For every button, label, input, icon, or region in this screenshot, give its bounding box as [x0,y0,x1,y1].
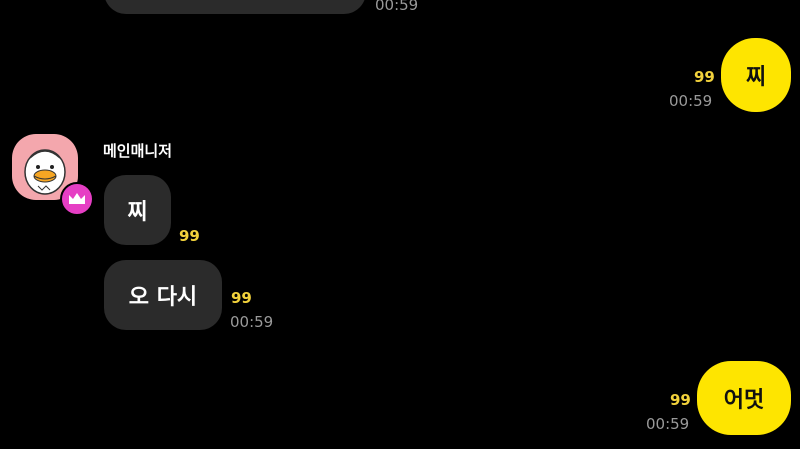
message-text: 찌 [745,65,767,90]
message-timestamp: 00:59 [230,313,274,331]
crown-badge [60,182,94,216]
message-bubble-partial[interactable] [104,0,366,14]
message-text: 어멋 [723,388,765,413]
unread-count: 99 [231,289,252,307]
message-text: 오 다시 [128,285,198,310]
crown-icon [69,193,85,204]
message-timestamp: 00:59 [375,0,419,14]
other-message-bubble[interactable]: 찌 [104,175,171,245]
message-timestamp: 00:59 [646,415,690,433]
sender-name: 메인매니저 [103,142,173,160]
unread-count: 99 [694,68,715,86]
message-timestamp: 00:59 [669,92,713,110]
my-message-bubble[interactable]: 찌 [721,38,791,112]
message-text: 찌 [127,200,148,225]
unread-count: 99 [179,227,200,245]
other-message-bubble[interactable]: 오 다시 [104,260,222,330]
my-message-bubble[interactable]: 어멋 [697,361,791,435]
unread-count: 99 [670,391,691,409]
